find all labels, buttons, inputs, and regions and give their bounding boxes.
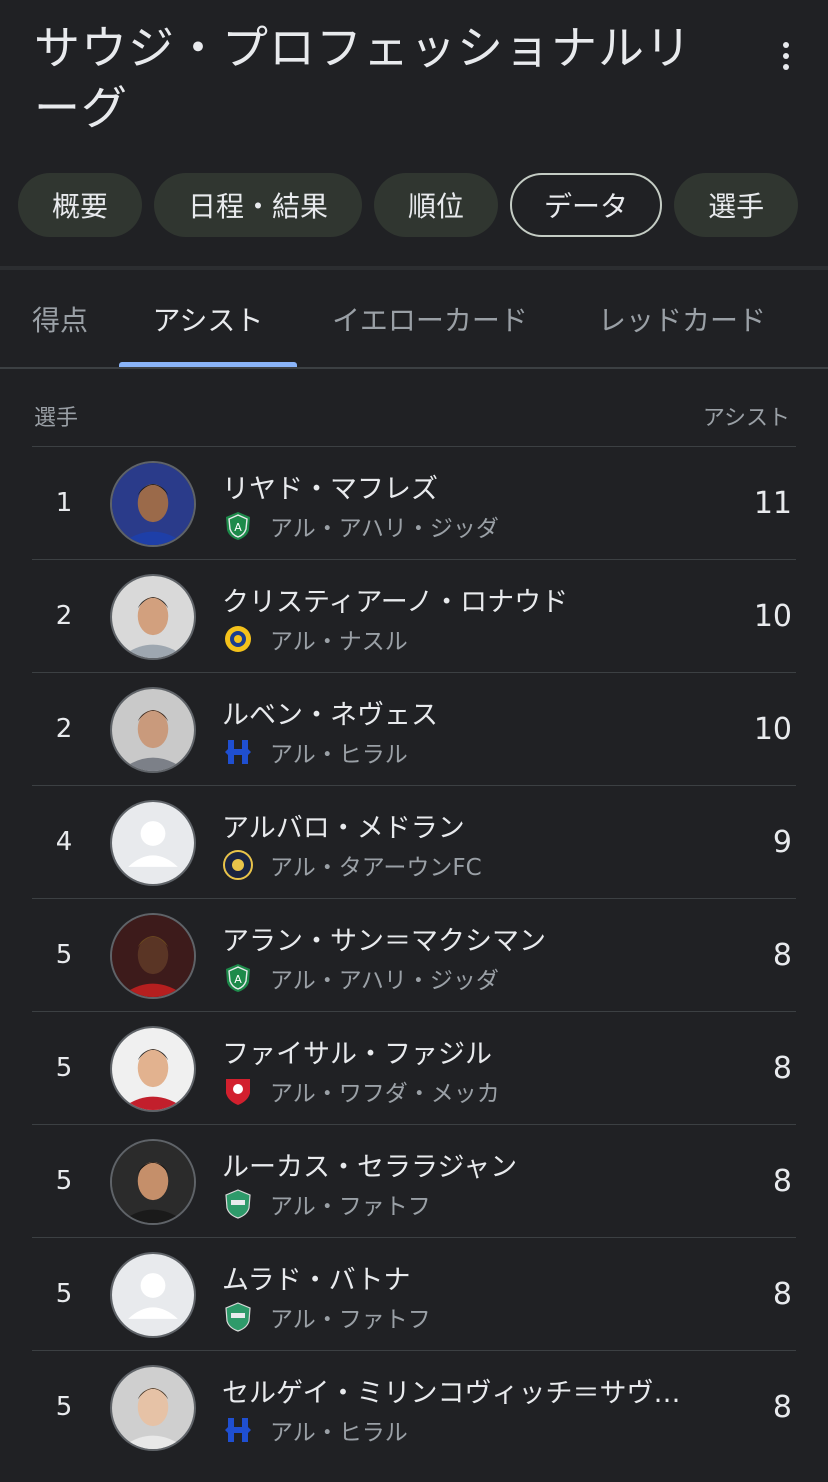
table-row[interactable]: 5 ルーカス・セララジャンアル・ファトフ 8 [32, 1124, 796, 1237]
team-info: A アル・アハリ・ジッダ [222, 509, 499, 543]
rank: 5 [55, 1053, 73, 1083]
player-name[interactable]: ルーカス・セララジャン [222, 1145, 712, 1184]
team-name: アル・ヒラル [270, 1420, 408, 1446]
assists-table: 1 リヤド・マフレズ A アル・アハリ・ジッダ 11 2 クリスティアーノ・ロナウドアル・ナ… [32, 446, 796, 1463]
team-info: A アル・アハリ・ジッダ [222, 961, 499, 995]
svg-text:A: A [234, 521, 242, 534]
team-info: アル・ファトフ [222, 1300, 431, 1334]
al-nassr-crest-icon [222, 623, 254, 655]
table-row[interactable]: 2 ルベン・ネヴェスアル・ヒラル 10 [32, 672, 796, 785]
more-options-icon[interactable] [766, 36, 806, 76]
assist-count: 8 [772, 1389, 792, 1425]
team-name: アル・ナスル [270, 629, 408, 655]
team-name: アル・タアーウンFC [270, 855, 482, 881]
al-ahli-crest-icon: A [222, 962, 254, 994]
assist-count: 10 [753, 711, 792, 747]
table-row[interactable]: 5 ファイサル・ファジルアル・ワフダ・メッカ 8 [32, 1011, 796, 1124]
chip-stats[interactable]: データ [510, 173, 663, 237]
player-name[interactable]: アルバロ・メドラン [222, 806, 712, 845]
al-hilal-crest-icon [222, 1414, 254, 1446]
rank: 2 [55, 714, 73, 744]
player-avatar [110, 1026, 196, 1112]
team-name: アル・ワフダ・メッカ [270, 1081, 500, 1107]
rank: 5 [55, 1279, 73, 1309]
rank: 5 [55, 940, 73, 970]
team-info: アル・ナスル [222, 622, 408, 656]
rank: 2 [55, 601, 73, 631]
tab-goals[interactable]: 得点 [10, 270, 110, 368]
assist-count: 8 [772, 1050, 792, 1086]
al-hilal-crest-icon [222, 736, 254, 768]
table-row[interactable]: 5 アラン・サン＝マクシマン A アル・アハリ・ジッダ 8 [32, 898, 796, 1011]
team-name: アル・ファトフ [270, 1307, 431, 1333]
player-name[interactable]: ルベン・ネヴェス [222, 693, 712, 732]
player-avatar [110, 800, 196, 886]
player-name[interactable]: セルゲイ・ミリンコヴィッチ＝サヴ… [222, 1371, 712, 1410]
player-avatar [110, 1139, 196, 1225]
tabs-divider [0, 367, 828, 369]
chip-players[interactable]: 選手 [674, 173, 799, 237]
table-row[interactable]: 4 アルバロ・メドランアル・タアーウンFC 9 [32, 785, 796, 898]
team-info: アル・ファトフ [222, 1187, 431, 1221]
rank: 4 [55, 827, 73, 857]
chip-schedule-results[interactable]: 日程・結果 [154, 173, 363, 237]
rank: 1 [55, 488, 73, 518]
assist-count: 8 [772, 1276, 792, 1312]
player-avatar [110, 461, 196, 547]
svg-text:A: A [234, 973, 242, 986]
rank: 5 [55, 1166, 73, 1196]
team-name: アル・アハリ・ジッダ [270, 516, 499, 542]
assist-count: 9 [772, 824, 792, 860]
column-header-player: 選手 [34, 406, 79, 431]
table-row[interactable]: 2 クリスティアーノ・ロナウドアル・ナスル 10 [32, 559, 796, 672]
chip-standings[interactable]: 順位 [374, 173, 499, 237]
player-name[interactable]: アラン・サン＝マクシマン [222, 919, 712, 958]
team-name: アル・ファトフ [270, 1194, 431, 1220]
assist-count: 8 [772, 1163, 792, 1199]
team-name: アル・アハリ・ジッダ [270, 968, 499, 994]
tab-assists[interactable]: アシスト [119, 270, 297, 368]
player-name[interactable]: ムラド・バトナ [222, 1258, 712, 1297]
chip-overview[interactable]: 概要 [18, 173, 143, 237]
player-name[interactable]: リヤド・マフレズ [222, 467, 712, 506]
player-avatar [110, 687, 196, 773]
al-fateh-crest-icon [222, 1301, 254, 1333]
rank: 5 [55, 1392, 73, 1422]
al-taawoun-crest-icon [222, 849, 254, 881]
table-row[interactable]: 1 リヤド・マフレズ A アル・アハリ・ジッダ 11 [32, 446, 796, 559]
player-name[interactable]: クリスティアーノ・ロナウド [222, 580, 712, 619]
table-row[interactable]: 5 セルゲイ・ミリンコヴィッチ＝サヴ… アル・ヒラル 8 [32, 1350, 796, 1463]
team-info: アル・タアーウンFC [222, 848, 482, 882]
page: サウジ・プロフェッショナルリーグ 概要 日程・結果 順位 データ 選手 得点 ア… [0, 0, 828, 1482]
tab-red-cards[interactable]: レッドカード [578, 270, 786, 368]
player-name[interactable]: ファイサル・ファジル [222, 1032, 712, 1071]
team-info: アル・ワフダ・メッカ [222, 1074, 500, 1108]
al-ahli-crest-icon: A [222, 510, 254, 542]
tab-yellow-cards[interactable]: イエローカード [316, 270, 544, 368]
player-avatar [110, 1365, 196, 1451]
player-avatar [110, 913, 196, 999]
al-wehda-crest-icon [222, 1075, 254, 1107]
nav-chips: 概要 日程・結果 順位 データ 選手 [18, 173, 799, 237]
player-avatar [110, 1252, 196, 1338]
assist-count: 10 [753, 598, 792, 634]
team-name: アル・ヒラル [270, 742, 408, 768]
column-header-assists: アシスト [702, 406, 790, 431]
stat-tabs: 得点 アシスト イエローカード レッドカード [0, 270, 828, 368]
assist-count: 11 [753, 485, 792, 521]
assist-count: 8 [772, 937, 792, 973]
team-info: アル・ヒラル [222, 1413, 408, 1447]
header: サウジ・プロフェッショナルリーグ [0, 0, 828, 150]
table-row[interactable]: 5 ムラド・バトナアル・ファトフ 8 [32, 1237, 796, 1350]
player-avatar [110, 574, 196, 660]
al-fateh-crest-icon [222, 1188, 254, 1220]
page-title: サウジ・プロフェッショナルリーグ [34, 21, 692, 135]
team-info: アル・ヒラル [222, 735, 408, 769]
